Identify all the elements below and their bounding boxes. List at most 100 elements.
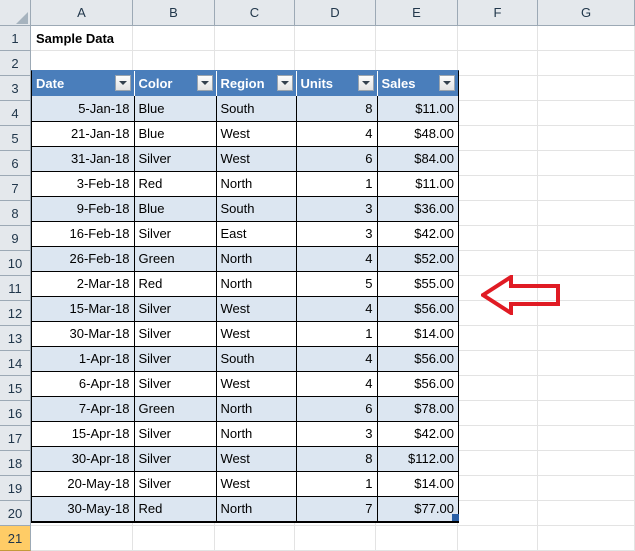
table-row[interactable]: 15-Mar-18 Silver West 4 $56.00 bbox=[32, 296, 458, 322]
row-header-8[interactable]: 8 bbox=[0, 201, 31, 226]
grid-cell[interactable] bbox=[458, 176, 538, 201]
cell-units[interactable]: 6 bbox=[296, 146, 378, 172]
cell-units[interactable]: 8 bbox=[296, 446, 378, 472]
cell-region[interactable]: North bbox=[216, 171, 297, 197]
cell-color[interactable]: Silver bbox=[134, 146, 217, 172]
cell-units[interactable]: 4 bbox=[296, 121, 378, 147]
cell-region[interactable]: North bbox=[216, 246, 297, 272]
grid-cell[interactable] bbox=[538, 451, 635, 476]
grid-cell[interactable] bbox=[538, 351, 635, 376]
cell-region[interactable]: North bbox=[216, 396, 297, 422]
cell-color[interactable]: Silver bbox=[134, 421, 217, 447]
cell-units[interactable]: 4 bbox=[296, 296, 378, 322]
cell-region[interactable]: West bbox=[216, 446, 297, 472]
cell-units[interactable]: 4 bbox=[296, 346, 378, 372]
grid-cell[interactable] bbox=[458, 451, 538, 476]
grid-cell[interactable] bbox=[376, 26, 458, 51]
grid-cell[interactable] bbox=[538, 151, 635, 176]
cell-color[interactable]: Blue bbox=[134, 96, 217, 122]
cell-date[interactable]: 7-Apr-18 bbox=[32, 396, 135, 422]
cell-date[interactable]: 15-Apr-18 bbox=[32, 421, 135, 447]
grid-cell[interactable] bbox=[538, 326, 635, 351]
table-row[interactable]: 9-Feb-18 Blue South 3 $36.00 bbox=[32, 196, 458, 222]
grid-cell[interactable] bbox=[458, 351, 538, 376]
row-header-7[interactable]: 7 bbox=[0, 176, 31, 201]
grid-cell[interactable] bbox=[458, 401, 538, 426]
row-header-1[interactable]: 1 bbox=[0, 26, 31, 51]
filter-dropdown-sales-icon[interactable] bbox=[439, 75, 455, 91]
grid-cell[interactable] bbox=[458, 126, 538, 151]
cell-region[interactable]: West bbox=[216, 146, 297, 172]
column-color[interactable]: Color bbox=[134, 71, 217, 96]
cell-units[interactable]: 6 bbox=[296, 396, 378, 422]
cell-date[interactable]: 21-Jan-18 bbox=[32, 121, 135, 147]
grid-cell[interactable] bbox=[538, 176, 635, 201]
table-row[interactable]: 26-Feb-18 Green North 4 $52.00 bbox=[32, 246, 458, 272]
cell-region[interactable]: North bbox=[216, 496, 297, 522]
cell-sales[interactable]: $112.00 bbox=[377, 446, 458, 472]
cell-color[interactable]: Silver bbox=[134, 446, 217, 472]
grid-cell[interactable] bbox=[133, 526, 215, 551]
cell-region[interactable]: West bbox=[216, 371, 297, 397]
column-units[interactable]: Units bbox=[296, 71, 378, 96]
cell-color[interactable]: Silver bbox=[134, 221, 217, 247]
cell-color[interactable]: Silver bbox=[134, 471, 217, 497]
grid-cell[interactable] bbox=[458, 526, 538, 551]
cell-date[interactable]: 5-Jan-18 bbox=[32, 96, 135, 122]
cell-units[interactable]: 4 bbox=[296, 371, 378, 397]
grid-cell[interactable] bbox=[458, 201, 538, 226]
grid-cell[interactable] bbox=[215, 526, 295, 551]
grid-cell[interactable] bbox=[538, 476, 635, 501]
cell-date[interactable]: 16-Feb-18 bbox=[32, 221, 135, 247]
grid-cell[interactable] bbox=[376, 526, 458, 551]
row-header-19[interactable]: 19 bbox=[0, 476, 31, 501]
row-header-15[interactable]: 15 bbox=[0, 376, 31, 401]
grid-cell[interactable] bbox=[538, 426, 635, 451]
cell-date[interactable]: 2-Mar-18 bbox=[32, 271, 135, 297]
cell-date[interactable]: 15-Mar-18 bbox=[32, 296, 135, 322]
table-row[interactable]: 30-Apr-18 Silver West 8 $112.00 bbox=[32, 446, 458, 472]
column-header-c[interactable]: C bbox=[215, 0, 295, 26]
cell-date[interactable]: 26-Feb-18 bbox=[32, 246, 135, 272]
row-header-13[interactable]: 13 bbox=[0, 326, 31, 351]
table-row[interactable]: 30-Mar-18 Silver West 1 $14.00 bbox=[32, 321, 458, 347]
row-header-12[interactable]: 12 bbox=[0, 301, 31, 326]
grid-cell[interactable] bbox=[458, 76, 538, 101]
grid-cell[interactable] bbox=[458, 151, 538, 176]
cell-region[interactable]: South bbox=[216, 196, 297, 222]
column-header-d[interactable]: D bbox=[295, 0, 376, 26]
cell-region[interactable]: South bbox=[216, 346, 297, 372]
cell-units[interactable]: 8 bbox=[296, 96, 378, 122]
grid-cell[interactable] bbox=[458, 326, 538, 351]
cell-color[interactable]: Red bbox=[134, 496, 217, 522]
cell-date[interactable]: 6-Apr-18 bbox=[32, 371, 135, 397]
cell-date[interactable]: 9-Feb-18 bbox=[32, 196, 135, 222]
grid-cell[interactable] bbox=[538, 101, 635, 126]
cell-sales[interactable]: $36.00 bbox=[377, 196, 458, 222]
cell-sales[interactable]: $11.00 bbox=[377, 96, 458, 122]
cell-color[interactable]: Green bbox=[134, 396, 217, 422]
row-header-14[interactable]: 14 bbox=[0, 351, 31, 376]
cell-sales[interactable]: $56.00 bbox=[377, 296, 458, 322]
table-row[interactable]: 30-May-18 Red North 7 $77.00 bbox=[32, 496, 458, 522]
cell-date[interactable]: 30-Apr-18 bbox=[32, 446, 135, 472]
cell-sales[interactable]: $42.00 bbox=[377, 221, 458, 247]
cell-a1-title[interactable]: Sample Data bbox=[31, 26, 133, 51]
row-header-4[interactable]: 4 bbox=[0, 101, 31, 126]
row-header-10[interactable]: 10 bbox=[0, 251, 31, 276]
row-header-17[interactable]: 17 bbox=[0, 426, 31, 451]
cell-sales[interactable]: $56.00 bbox=[377, 371, 458, 397]
cell-units[interactable]: 3 bbox=[296, 221, 378, 247]
row-header-21[interactable]: 21 bbox=[0, 526, 31, 551]
table-row[interactable]: 20-May-18 Silver West 1 $14.00 bbox=[32, 471, 458, 497]
cell-units[interactable]: 3 bbox=[296, 421, 378, 447]
table-row[interactable]: 3-Feb-18 Red North 1 $11.00 bbox=[32, 171, 458, 197]
cell-units[interactable]: 1 bbox=[296, 321, 378, 347]
cell-sales[interactable]: $52.00 bbox=[377, 246, 458, 272]
cell-color[interactable]: Silver bbox=[134, 321, 217, 347]
cell-date[interactable]: 30-May-18 bbox=[32, 496, 135, 522]
filter-dropdown-color-icon[interactable] bbox=[196, 75, 213, 91]
row-header-20[interactable]: 20 bbox=[0, 501, 31, 526]
grid-cell[interactable] bbox=[538, 201, 635, 226]
grid-cell[interactable] bbox=[538, 376, 635, 401]
